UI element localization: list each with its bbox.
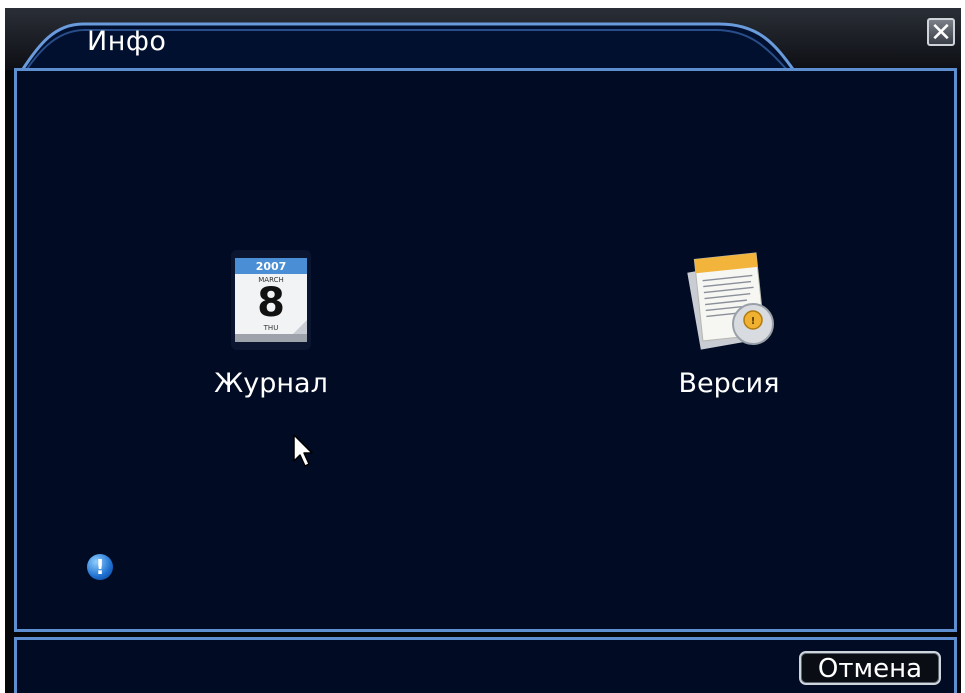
- calendar-day: 8: [257, 280, 285, 326]
- log-tile[interactable]: 2007 MARCH 8 THU Журнал: [176, 246, 366, 416]
- close-button[interactable]: ✕: [927, 18, 955, 46]
- calendar-icon: 2007 MARCH 8 THU: [231, 250, 311, 350]
- svg-text:!: !: [751, 316, 756, 327]
- info-dialog: Инфо ✕ 2007 MARCH 8 THU Журнал ! Версия: [5, 8, 961, 693]
- calendar-weekday: THU: [263, 324, 279, 332]
- calendar-year: 2007: [256, 260, 287, 273]
- mouse-cursor-icon: [293, 434, 313, 467]
- version-tile[interactable]: ! Версия: [634, 246, 824, 416]
- info-icon: !: [87, 554, 113, 580]
- info-glyph: !: [95, 555, 105, 579]
- version-label: Версия: [678, 368, 780, 399]
- log-label: Журнал: [214, 368, 328, 399]
- title-bar: Инфо ✕: [5, 8, 961, 72]
- version-document-icon: !: [687, 252, 774, 350]
- close-icon: ✕: [930, 18, 952, 48]
- cancel-button[interactable]: Отмена: [799, 651, 941, 685]
- dialog-title: Инфо: [87, 26, 167, 57]
